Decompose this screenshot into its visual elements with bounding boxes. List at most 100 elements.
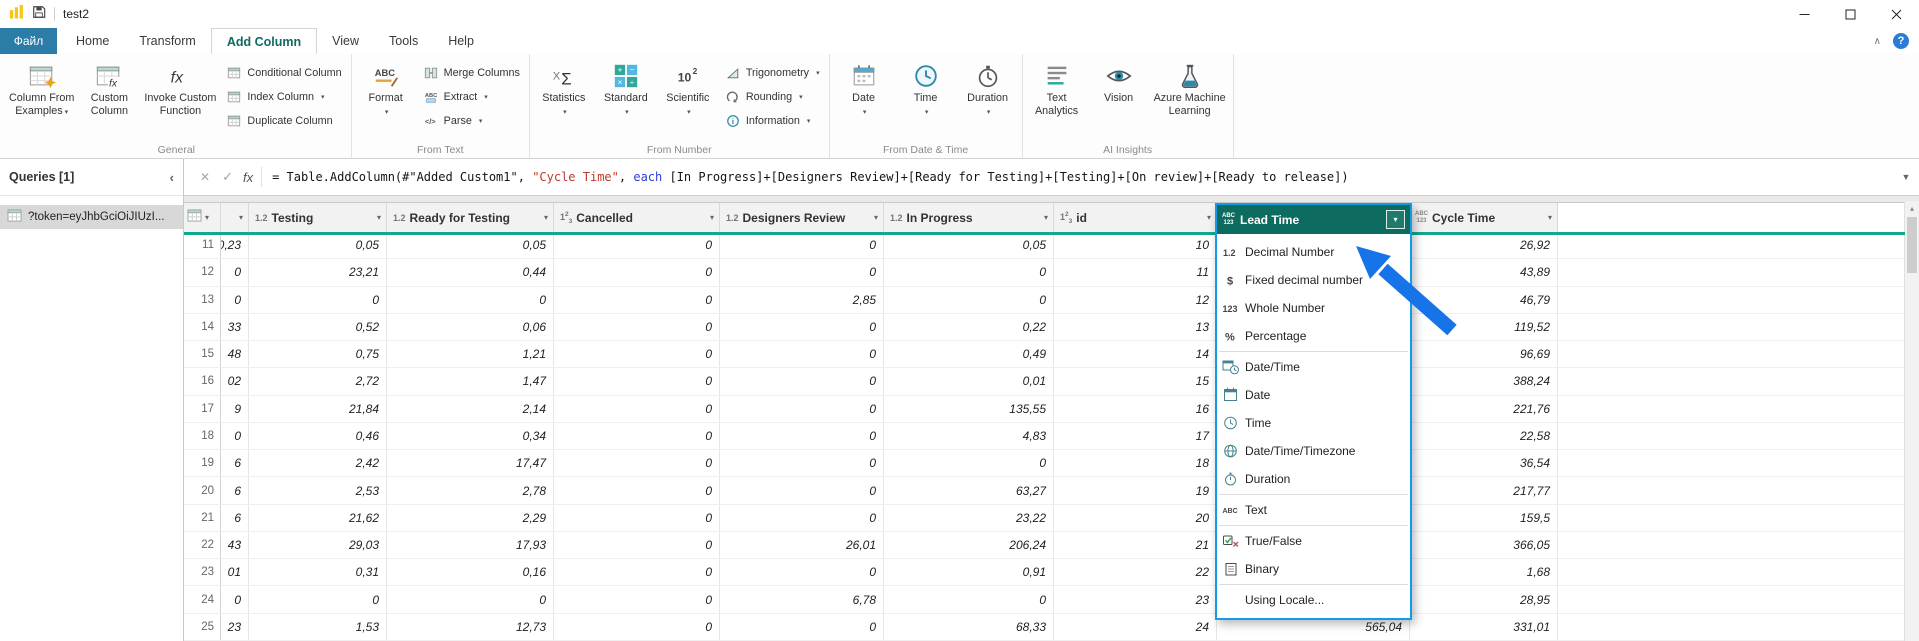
menu-item-percentage[interactable]: %Percentage [1217, 322, 1410, 350]
table-cell[interactable]: 1,68 [1410, 559, 1558, 585]
menu-item-text[interactable]: ABCText [1217, 496, 1410, 524]
table-cell[interactable]: 12,73 [387, 614, 554, 640]
table-cell[interactable]: 0 [554, 586, 720, 612]
table-cell[interactable]: 10 [1054, 232, 1217, 258]
scientific-button[interactable]: 102Scientific▾ [658, 56, 718, 119]
column-header-cancelled[interactable]: 123Cancelled▾ [554, 203, 720, 232]
rounding-button[interactable]: Rounding▾ [720, 87, 825, 106]
table-cell[interactable]: 331,01 [1410, 614, 1558, 640]
table-cell[interactable]: 0,34 [387, 423, 554, 449]
maximize-button[interactable] [1827, 0, 1873, 28]
vision-button[interactable]: Vision [1089, 56, 1149, 105]
table-cell[interactable]: 0,75 [249, 341, 387, 367]
invoke-custom-function-button[interactable]: fxInvoke CustomFunction [141, 56, 219, 118]
table-cell[interactable]: 0,05 [387, 232, 554, 258]
table-cell[interactable]: 0 [554, 614, 720, 640]
close-button[interactable] [1873, 0, 1919, 28]
table-cell[interactable]: 0 [249, 287, 387, 313]
menu-item-time[interactable]: Time [1217, 409, 1410, 437]
table-cell[interactable]: 0,22 [884, 314, 1054, 340]
table-cell[interactable]: 0 [221, 287, 249, 313]
filter-icon[interactable]: ▾ [544, 213, 548, 222]
tab-help[interactable]: Help [433, 28, 489, 54]
table-cell[interactable]: 1,47 [387, 368, 554, 394]
table-cell[interactable]: 0 [884, 287, 1054, 313]
table-cell[interactable]: 0,49 [884, 341, 1054, 367]
table-cell[interactable]: 0 [884, 450, 1054, 476]
column-header-ready-for-testing[interactable]: 1.2Ready for Testing▾ [387, 203, 554, 232]
table-cell[interactable]: 68,33 [884, 614, 1054, 640]
table-cell[interactable]: 23 [1054, 586, 1217, 612]
table-cell[interactable]: 26,92 [1410, 232, 1558, 258]
row-number[interactable]: 11 [184, 232, 221, 258]
time-button[interactable]: Time▾ [896, 56, 956, 119]
table-cell[interactable]: 6 [221, 477, 249, 503]
filter-icon[interactable]: ▾ [239, 213, 243, 222]
formula-input[interactable]: = Table.AddColumn(#"Added Custom1", "Cyc… [272, 170, 1893, 184]
vertical-scrollbar[interactable]: ▴ [1904, 201, 1919, 641]
table-cell[interactable]: 17,93 [387, 532, 554, 558]
tab-view[interactable]: View [317, 28, 374, 54]
table-cell[interactable]: 0 [554, 232, 720, 258]
help-icon[interactable]: ? [1893, 33, 1909, 49]
minimize-button[interactable] [1781, 0, 1827, 28]
row-number[interactable]: 17 [184, 396, 221, 422]
table-cell[interactable]: 159,5 [1410, 505, 1558, 531]
scrollbar-thumb[interactable] [1907, 217, 1917, 273]
date-button[interactable]: Date▾ [834, 56, 894, 119]
table-cell[interactable]: 217,77 [1410, 477, 1558, 503]
table-cell[interactable]: 0 [221, 259, 249, 285]
azure-machine-learning-button[interactable]: Azure MachineLearning [1151, 56, 1229, 118]
table-cell[interactable]: 13 [1054, 314, 1217, 340]
table-cell[interactable]: 0 [221, 423, 249, 449]
row-number[interactable]: 22 [184, 532, 221, 558]
format-button[interactable]: ABCFormat▾ [356, 56, 416, 119]
filter-icon[interactable]: ▾ [874, 213, 878, 222]
table-cell[interactable]: 0 [554, 287, 720, 313]
clipped-column-header[interactable]: ▾ [221, 203, 249, 232]
table-cell[interactable]: 0 [554, 532, 720, 558]
extract-button[interactable]: ABCExtract▾ [418, 87, 525, 106]
tab-add-column[interactable]: Add Column [211, 28, 317, 54]
table-cell[interactable]: 0 [720, 314, 884, 340]
query-item[interactable]: ?token=eyJhbGciOiJIUzI... [0, 205, 183, 229]
tab-file[interactable]: Файл [0, 28, 57, 54]
table-cell[interactable]: 221,76 [1410, 396, 1558, 422]
table-cell[interactable]: 0 [720, 477, 884, 503]
table-cell[interactable]: 19 [1054, 477, 1217, 503]
table-cell[interactable]: 24 [1054, 614, 1217, 640]
menu-item-date[interactable]: Date [1217, 381, 1410, 409]
row-number[interactable]: 19 [184, 450, 221, 476]
table-cell[interactable]: 388,24 [1410, 368, 1558, 394]
table-cell[interactable]: 0,06 [387, 314, 554, 340]
table-cell[interactable]: 9 [221, 396, 249, 422]
table-cell[interactable]: 0 [720, 396, 884, 422]
table-cell[interactable]: 2,85 [720, 287, 884, 313]
table-cell[interactable]: 0 [720, 559, 884, 585]
table-cell[interactable]: 0 [720, 232, 884, 258]
table-cell[interactable]: 6 [221, 505, 249, 531]
table-cell[interactable]: 119,52 [1410, 314, 1558, 340]
table-cell[interactable]: 0 [387, 586, 554, 612]
row-number[interactable]: 13 [184, 287, 221, 313]
table-cell[interactable]: 21 [1054, 532, 1217, 558]
formula-confirm-icon[interactable]: ✓ [216, 169, 239, 185]
column-header-designers-review[interactable]: 1.2Designers Review▾ [720, 203, 884, 232]
table-cell[interactable]: 206,24 [884, 532, 1054, 558]
table-cell[interactable]: 22,58 [1410, 423, 1558, 449]
tab-tools[interactable]: Tools [374, 28, 433, 54]
table-cell[interactable]: 14 [1054, 341, 1217, 367]
table-cell[interactable]: 23 [221, 614, 249, 640]
table-cell[interactable]: 0 [249, 586, 387, 612]
column-header-cycle-time[interactable]: ABC123Cycle Time▾ [1410, 203, 1558, 232]
tab-transform[interactable]: Transform [124, 28, 211, 54]
table-cell[interactable]: 6 [221, 450, 249, 476]
table-cell[interactable]: 0,05 [884, 232, 1054, 258]
table-cell[interactable]: 20 [1054, 505, 1217, 531]
table-cell[interactable]: 0,01 [884, 368, 1054, 394]
column-from-examples-button[interactable]: Column FromExamples▾ [6, 56, 77, 119]
menu-item-using-locale[interactable]: Using Locale... [1217, 586, 1410, 614]
information-button[interactable]: iInformation▾ [720, 111, 825, 130]
table-cell[interactable]: 135,55 [884, 396, 1054, 422]
table-cell[interactable]: 33 [221, 314, 249, 340]
